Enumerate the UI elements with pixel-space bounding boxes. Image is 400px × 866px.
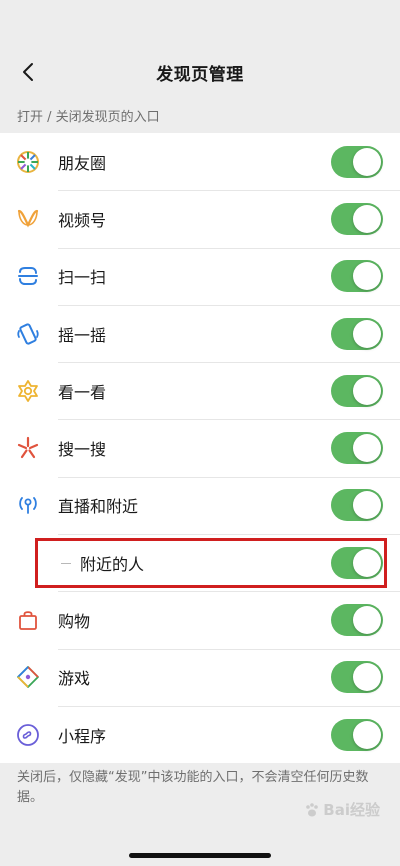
- navigation-bar: 发现页管理: [0, 44, 400, 100]
- channels-icon: [14, 205, 42, 233]
- list-item-label: 购物: [58, 612, 91, 632]
- discover-entries-list: 朋友圈 视频号 扫一扫 摇一摇 看一看 搜一搜 直播和附近 附近的人 购物 游戏…: [0, 133, 400, 764]
- shake-icon: [14, 320, 42, 348]
- toggle-knob: [353, 204, 381, 233]
- list-item-label: 看一看: [58, 382, 107, 402]
- watermark-text: Bai经验: [323, 801, 380, 819]
- list-item-people-nearby: 附近的人: [0, 534, 400, 591]
- moments-icon: [14, 148, 42, 176]
- sub-item-dash: [61, 562, 71, 564]
- section-header: 打开 / 关闭发现页的入口: [17, 110, 160, 125]
- shopping-toggle[interactable]: [331, 604, 383, 637]
- toggle-knob: [353, 147, 381, 176]
- games-toggle[interactable]: [331, 661, 383, 694]
- list-item-games: 游戏: [0, 648, 400, 706]
- live-nearby-toggle[interactable]: [331, 489, 383, 522]
- toggle-knob: [353, 434, 381, 463]
- list-item-label: 小程序: [58, 726, 107, 746]
- list-item-search: 搜一搜: [0, 419, 400, 476]
- toggle-knob: [353, 262, 381, 291]
- scan-toggle[interactable]: [331, 260, 383, 293]
- top-stories-icon: [14, 377, 42, 405]
- list-item-top-stories: 看一看: [0, 362, 400, 419]
- list-item-shopping: 购物: [0, 591, 400, 648]
- shake-toggle[interactable]: [331, 317, 383, 350]
- list-item-label: 直播和附近: [58, 497, 139, 517]
- list-item-shake: 摇一摇: [0, 304, 400, 362]
- status-bar: [0, 0, 400, 44]
- chevron-left-icon: [23, 63, 33, 81]
- toggle-knob: [353, 319, 381, 348]
- list-item-scan: 扫一扫: [0, 247, 400, 305]
- toggle-knob: [353, 720, 381, 749]
- top-stories-toggle[interactable]: [331, 374, 383, 407]
- list-item-mini-programs: 小程序: [0, 705, 400, 763]
- page-title: 发现页管理: [156, 64, 244, 85]
- list-item-label: 摇一摇: [58, 325, 107, 345]
- list-item-label: 附近的人: [80, 554, 145, 574]
- watermark: Bai经验: [304, 799, 380, 820]
- channels-toggle[interactable]: [331, 202, 383, 235]
- search-toggle[interactable]: [331, 432, 383, 465]
- live-nearby-icon: [14, 491, 42, 519]
- search-icon: [14, 434, 42, 462]
- games-icon: [14, 663, 42, 691]
- moments-toggle[interactable]: [331, 145, 383, 178]
- scan-icon: [14, 262, 42, 290]
- list-item-label: 游戏: [58, 669, 91, 689]
- home-indicator: [129, 853, 271, 858]
- list-item-channels: 视频号: [0, 190, 400, 247]
- toggle-knob: [353, 491, 381, 520]
- list-item-live-nearby: 直播和附近: [0, 476, 400, 534]
- back-button[interactable]: [12, 56, 44, 88]
- toggle-knob: [353, 606, 381, 635]
- list-item-label: 扫一扫: [58, 268, 107, 288]
- mini-programs-toggle[interactable]: [331, 718, 383, 751]
- list-item-moments: 朋友圈: [0, 133, 400, 190]
- paw-icon: [306, 802, 319, 816]
- list-item-label: 视频号: [58, 210, 107, 230]
- toggle-knob: [353, 376, 381, 405]
- list-item-label: 朋友圈: [58, 153, 107, 173]
- people-nearby-toggle[interactable]: [331, 546, 383, 579]
- shopping-bag-icon: [14, 606, 42, 634]
- list-item-label: 搜一搜: [58, 440, 107, 460]
- toggle-knob: [353, 548, 381, 577]
- mini-program-icon: [14, 721, 42, 749]
- toggle-knob: [353, 663, 381, 692]
